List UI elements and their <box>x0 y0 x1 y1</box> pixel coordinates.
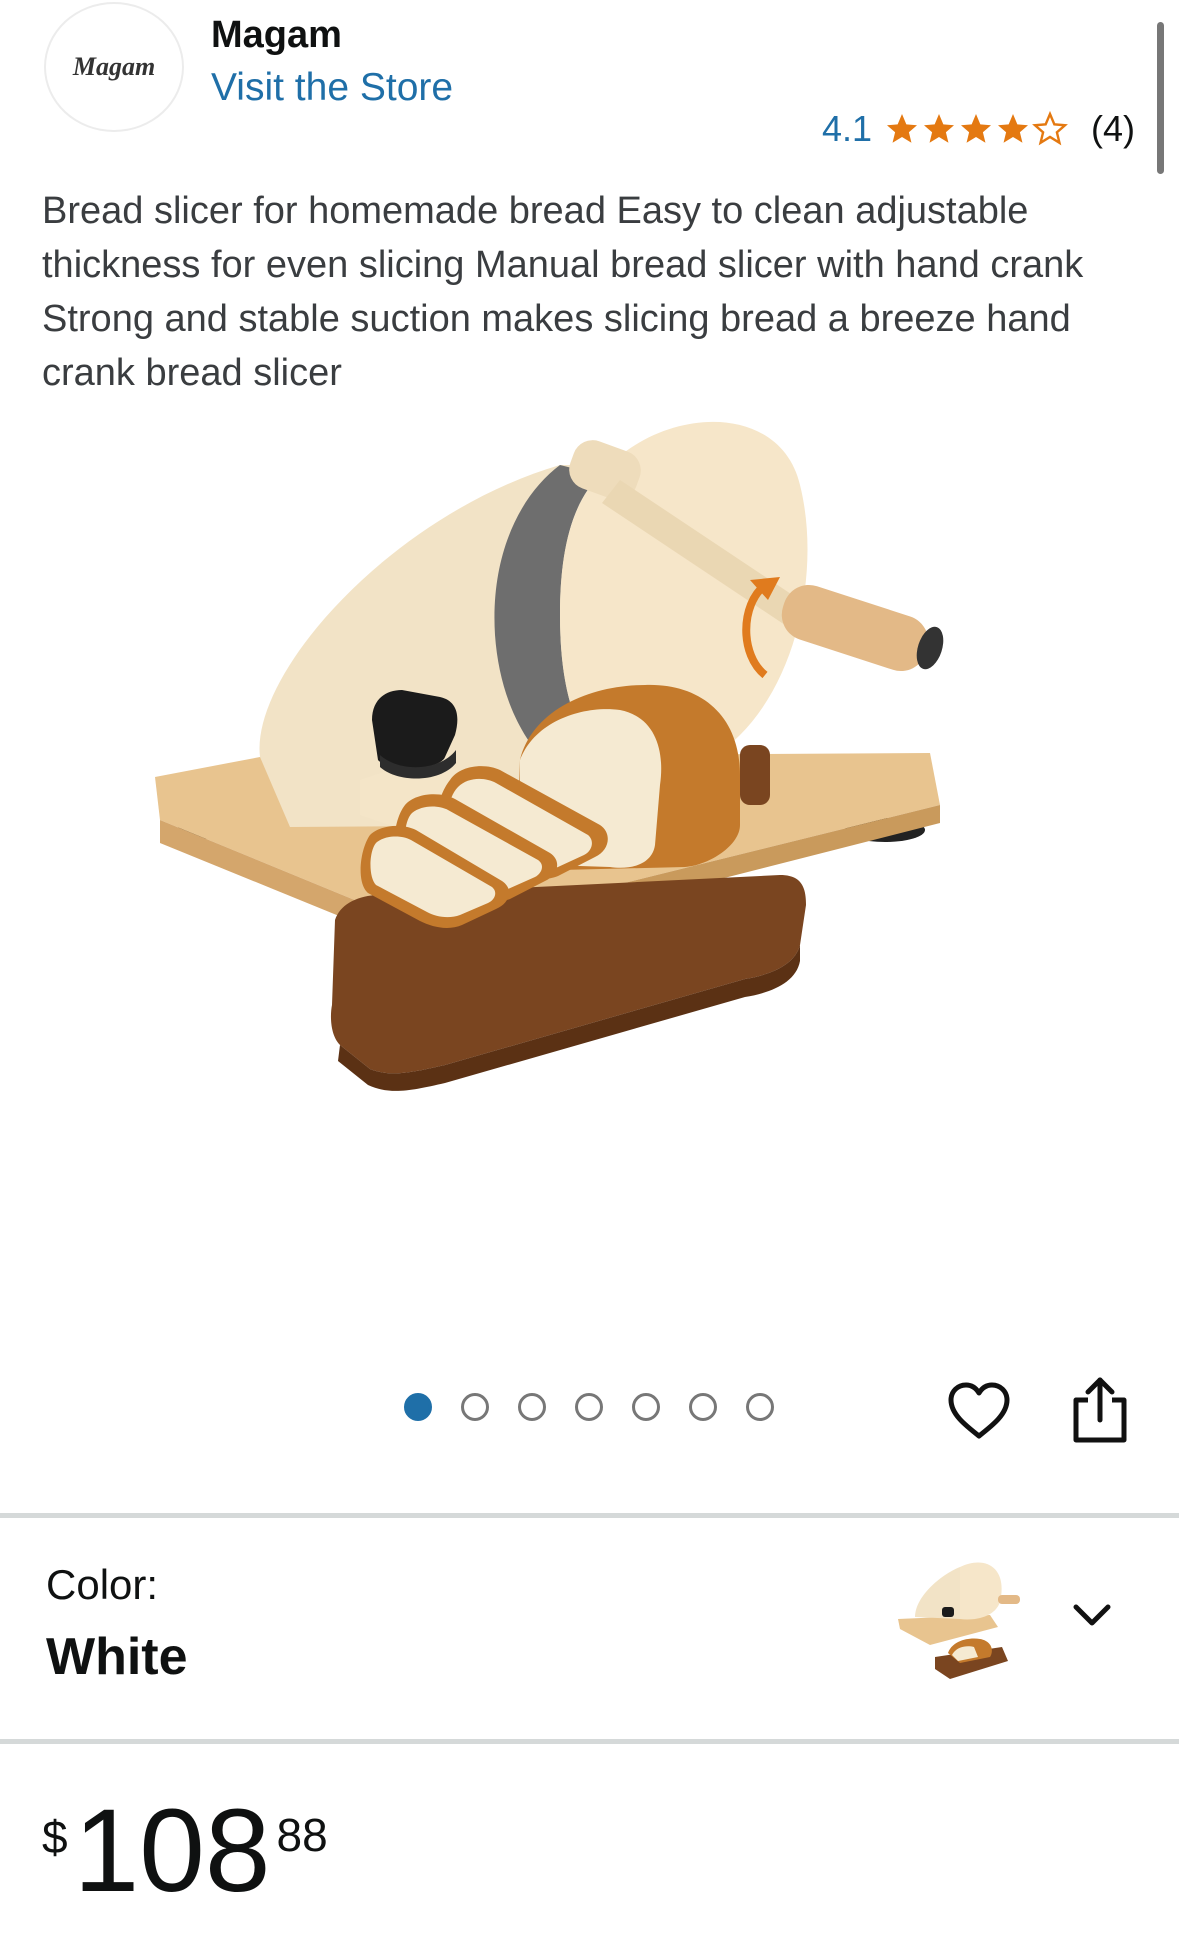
product-header: Magam Magam Visit the Store 4.1 (4) <box>0 0 1179 174</box>
image-carousel-dots <box>404 1393 774 1421</box>
product-image[interactable] <box>140 405 1040 1285</box>
carousel-dot[interactable] <box>518 1393 546 1421</box>
color-thumbnail[interactable] <box>890 1557 1025 1687</box>
color-selector[interactable]: Color: White <box>0 1519 1179 1739</box>
share-icon[interactable] <box>1070 1374 1130 1446</box>
color-value: White <box>46 1628 188 1686</box>
product-title: Bread slicer for homemade bread Easy to … <box>42 190 1084 394</box>
carousel-dot[interactable] <box>461 1393 489 1421</box>
brand-logo-text: Magam <box>72 52 156 81</box>
star-icon <box>961 114 991 143</box>
carousel-dot[interactable] <box>404 1393 432 1421</box>
price: $ 108 88 <box>42 1792 328 1910</box>
star-icon <box>998 114 1028 143</box>
carousel-dot[interactable] <box>575 1393 603 1421</box>
star-icon <box>924 114 954 143</box>
color-label: Color: <box>46 1561 159 1608</box>
section-divider <box>0 1513 1179 1518</box>
carousel-dot[interactable] <box>689 1393 717 1421</box>
price-whole: 108 <box>73 1785 271 1917</box>
chevron-down-icon[interactable] <box>1068 1591 1116 1639</box>
price-currency-symbol: $ <box>42 1811 68 1863</box>
rating-summary[interactable]: 4.1 (4) <box>822 108 1135 150</box>
rating-value: 4.1 <box>821 108 872 149</box>
brand-name: Magam <box>211 14 342 56</box>
price-fraction: 88 <box>276 1809 328 1861</box>
section-divider <box>0 1739 1179 1744</box>
scrollbar[interactable] <box>1157 22 1164 174</box>
star-icon <box>887 114 917 143</box>
carousel-dot[interactable] <box>632 1393 660 1421</box>
visit-store-link[interactable]: Visit the Store <box>211 66 453 110</box>
star-outline-icon <box>1032 111 1068 146</box>
heart-icon[interactable] <box>945 1380 1013 1442</box>
rating-count: (4) <box>1091 108 1135 149</box>
carousel-dot[interactable] <box>746 1393 774 1421</box>
brand-logo[interactable]: Magam <box>44 2 184 132</box>
star-rating <box>884 111 1069 147</box>
